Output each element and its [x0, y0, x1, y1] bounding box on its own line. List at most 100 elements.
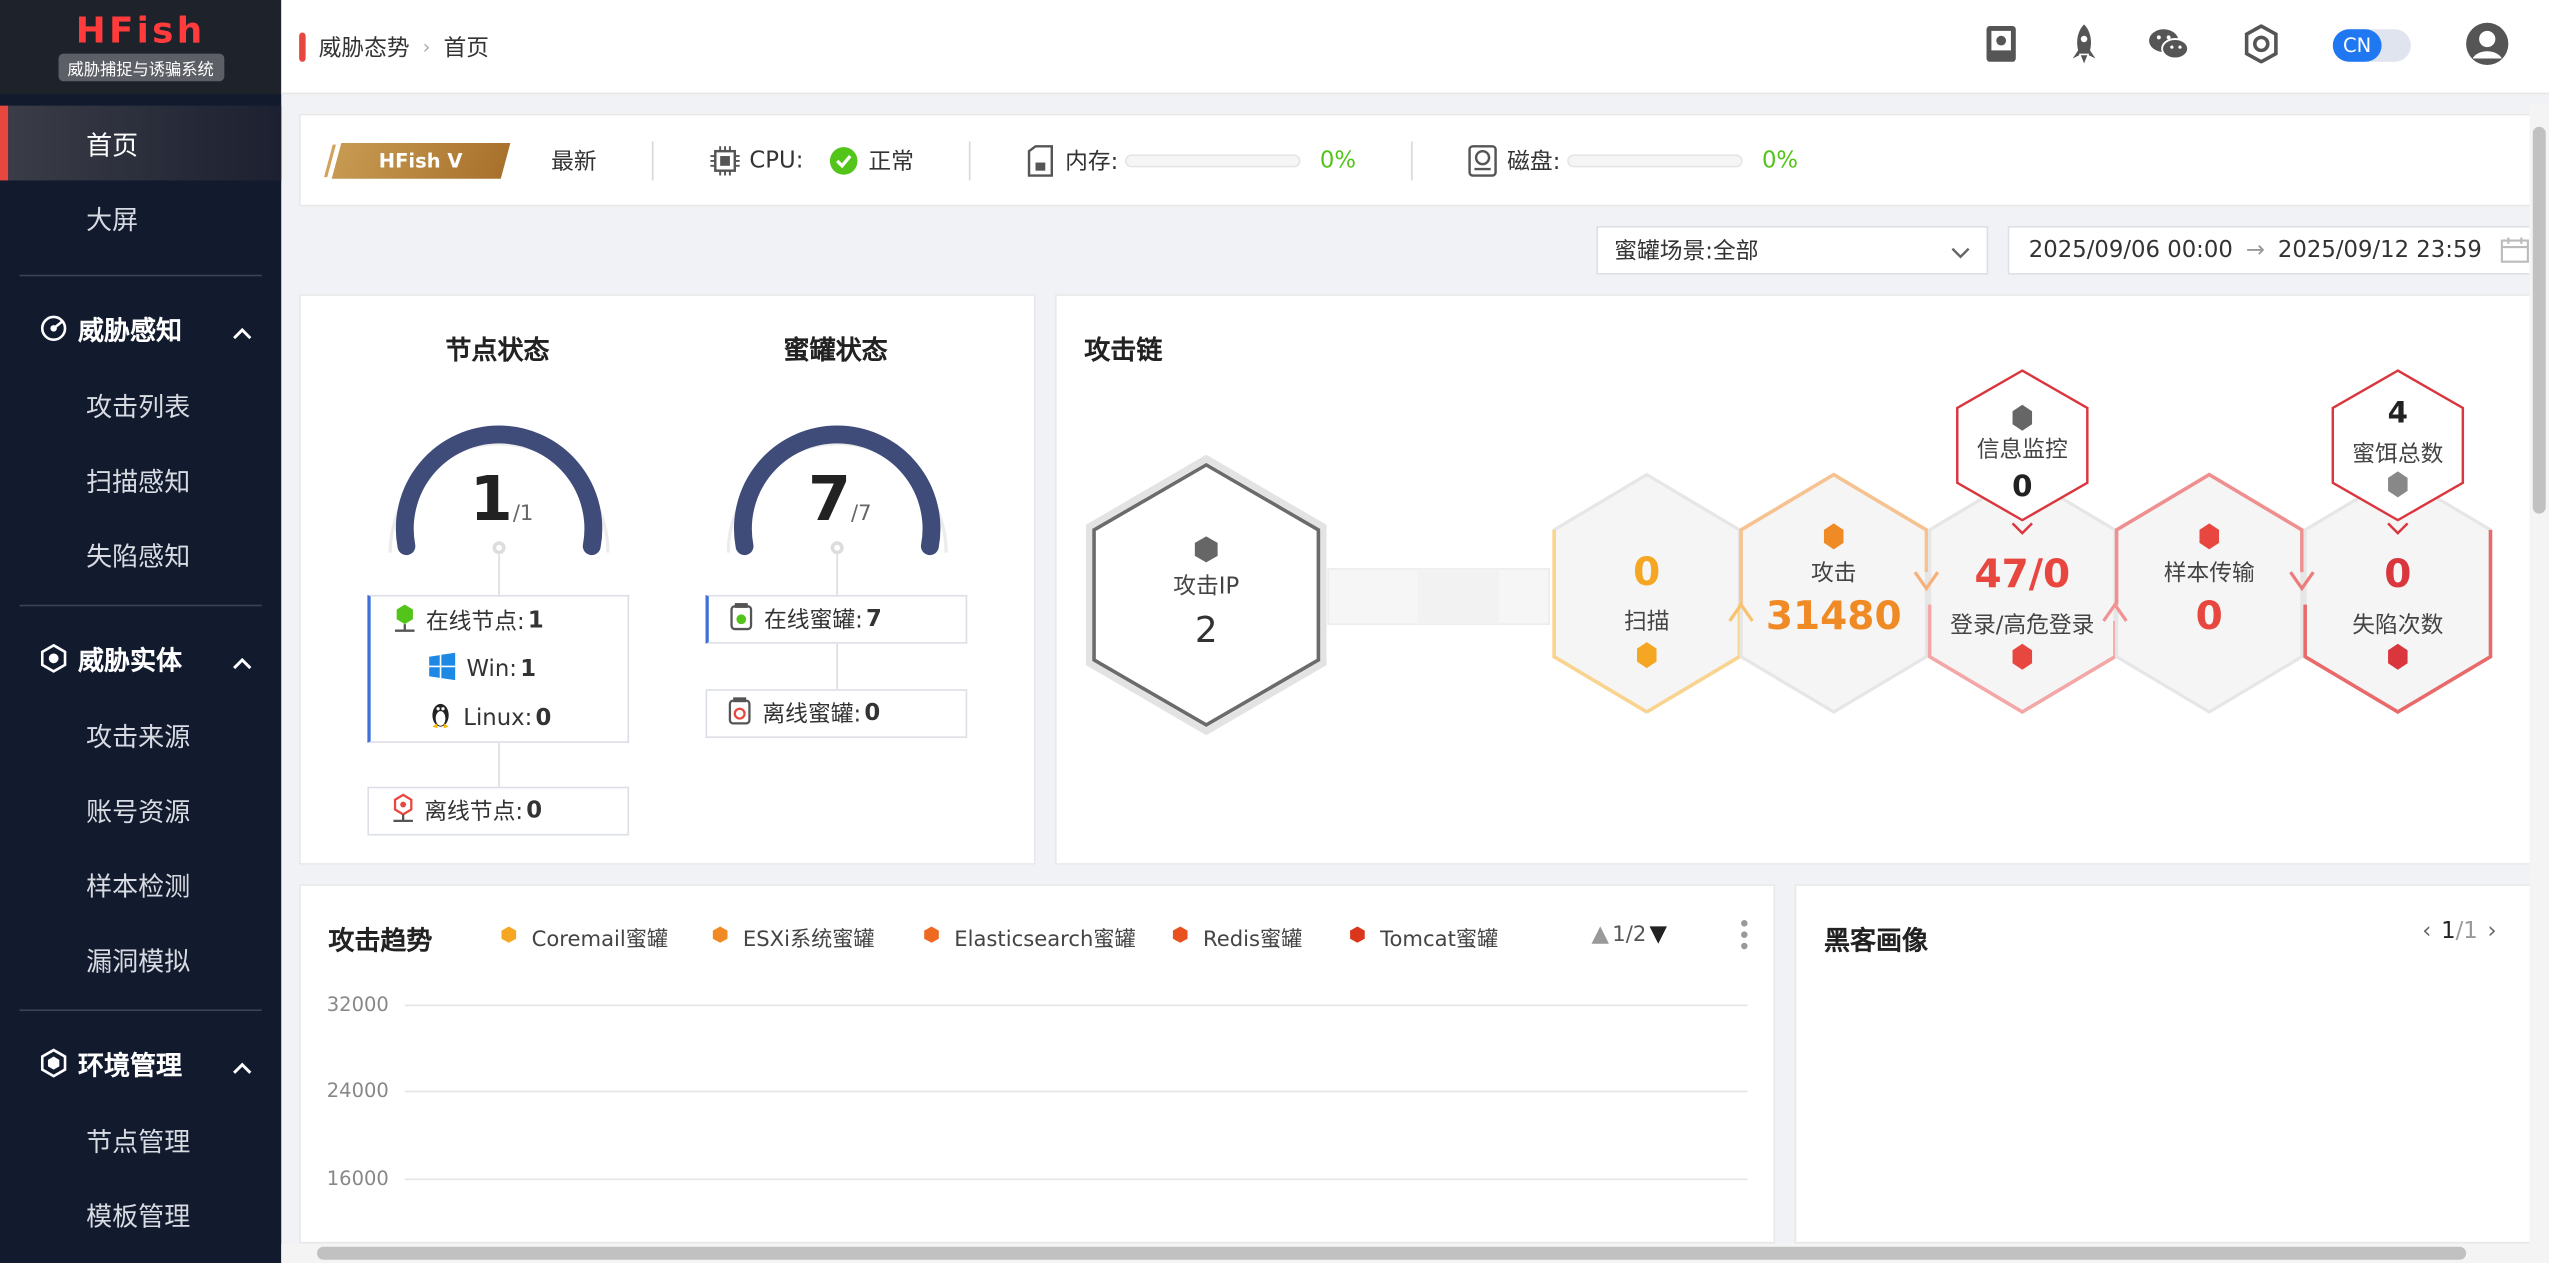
- y-tick: 24000: [326, 1079, 389, 1103]
- gridline: [404, 1090, 1748, 1093]
- docs-button[interactable]: [1977, 23, 2026, 72]
- sidebar-item-home[interactable]: 首页: [0, 105, 282, 181]
- settings-hex-icon: [39, 1048, 68, 1078]
- linux-label: Linux:: [463, 705, 533, 732]
- bait-total-label: 蜜饵总数: [2352, 442, 2444, 469]
- honeypot-offline-icon: [727, 696, 753, 732]
- honeypot-total-count: /7: [850, 502, 872, 527]
- breadcrumb-current: 首页: [443, 34, 490, 61]
- attack-chain-panel: 攻击链 攻击IP 2 0 扫描 攻击 31480 47/0 登录/高危登录 信息…: [1055, 294, 2536, 865]
- bait-total-value[interactable]: 4: [2341, 397, 2455, 431]
- login-value[interactable]: 47/0: [1941, 551, 2104, 597]
- legend-label: ESXi系统蜜罐: [742, 928, 875, 953]
- honeypot-gauge-value: 7/7: [808, 463, 872, 535]
- divider: [651, 140, 654, 180]
- calendar-icon: [2500, 237, 2529, 270]
- sidebar-item-account-resource[interactable]: 账号资源: [0, 772, 281, 847]
- linux-value: 0: [535, 705, 552, 732]
- sidebar-item-scan-perception[interactable]: 扫描感知: [0, 442, 281, 517]
- online-honeypots-value: 7: [866, 606, 882, 633]
- compromise-value[interactable]: 0: [2349, 551, 2447, 597]
- sidebar-item-compromise-perception[interactable]: 失陷感知: [0, 517, 281, 592]
- online-nodes-label: 在线节点:: [425, 609, 525, 636]
- pager-text: 1/2: [1612, 922, 1647, 947]
- topbar: 威胁态势 › 首页 CN: [281, 0, 2549, 95]
- gridline: [404, 1178, 1748, 1181]
- hexagon-settings-icon: [2243, 23, 2279, 70]
- sidebar-item-attack-source[interactable]: 攻击来源: [0, 697, 281, 772]
- attack-ip-value[interactable]: 2: [1157, 611, 1255, 652]
- radar-icon: [39, 314, 68, 343]
- sidebar-item-vuln-simulation[interactable]: 漏洞模拟: [0, 922, 281, 997]
- sidebar-divider: [19, 274, 262, 277]
- legend-pager: ▲ 1/2 ▼: [1592, 922, 1668, 948]
- online-nodes-value: 1: [527, 607, 544, 634]
- date-start[interactable]: 2025/09/06 00:00: [2029, 237, 2233, 263]
- chevron-up-icon: [232, 1050, 252, 1081]
- legend-item[interactable]: Redis蜜罐: [1170, 922, 1302, 953]
- date-range-picker[interactable]: 2025/09/06 00:00 → 2025/09/12 23:59: [2007, 225, 2545, 275]
- horizontal-scrollbar-thumb[interactable]: [316, 1246, 2467, 1260]
- sidebar-group-threat-perception[interactable]: 威胁感知: [0, 289, 281, 367]
- gear-hex-icon: [39, 643, 68, 673]
- scan-value[interactable]: 0: [1598, 549, 1696, 595]
- sidebar-group-threat-entity[interactable]: 威胁实体: [0, 619, 281, 697]
- win-nodes-row: Win: 1: [371, 645, 628, 694]
- offline-honeypots-value: 0: [864, 700, 881, 727]
- vertical-scrollbar[interactable]: [2529, 104, 2549, 1244]
- pager-prev-icon[interactable]: ▲: [1592, 922, 1610, 948]
- settings-button[interactable]: [2237, 23, 2286, 72]
- win-label: Win:: [466, 656, 517, 683]
- legend-item[interactable]: Coremail蜜罐: [499, 922, 668, 953]
- breadcrumb-parent[interactable]: 威胁态势: [319, 30, 410, 63]
- honeypot-status-title: 蜜罐状态: [783, 334, 888, 366]
- user-avatar[interactable]: [2463, 21, 2512, 73]
- status-panel: 节点状态 蜜罐状态 1/1 7/7 在线节点: 1 Win: 1 Linux: …: [299, 294, 1036, 865]
- chevron-left-icon[interactable]: ‹: [2422, 918, 2431, 944]
- sidebar-divider: [19, 1009, 262, 1012]
- legend-item[interactable]: Elasticsearch蜜罐: [922, 922, 1136, 953]
- hexagon-legend-icon: [710, 924, 730, 950]
- user-icon: [2464, 21, 2510, 73]
- wechat-button[interactable]: [2144, 23, 2193, 72]
- more-menu-icon[interactable]: [1739, 918, 1749, 957]
- info-monitor-value[interactable]: 0: [1965, 470, 2079, 504]
- scan-label: 扫描: [1624, 609, 1670, 636]
- win-value: 1: [520, 656, 537, 683]
- sidebar-item-attack-list[interactable]: 攻击列表: [0, 367, 281, 442]
- offline-nodes-box: 离线节点: 0: [367, 786, 630, 836]
- scene-select[interactable]: 蜜罐场景: 全部: [1596, 225, 1989, 275]
- check-circle-icon: [829, 145, 858, 174]
- offline-honeypots-box: 离线蜜罐: 0: [705, 689, 968, 738]
- sample-transfer-value[interactable]: 0: [2152, 593, 2266, 639]
- legend-item[interactable]: ESXi系统蜜罐: [710, 922, 875, 953]
- login-label: 登录/高危登录: [1950, 612, 2095, 639]
- vertical-scrollbar-thumb[interactable]: [2532, 126, 2546, 514]
- sidebar-group-env-management[interactable]: 环境管理: [0, 1024, 281, 1102]
- main-content: HFish V 最新 CPU: 正常 内存: 0% 磁盘: 0% 蜜罐场景: 全…: [281, 94, 2549, 1244]
- offline-nodes-label: 离线节点:: [424, 799, 523, 826]
- chevron-right-icon[interactable]: ›: [2487, 918, 2496, 944]
- divider: [969, 140, 971, 180]
- pager-next-icon[interactable]: ▼: [1650, 922, 1668, 948]
- sidebar-item-node-management[interactable]: 节点管理: [0, 1102, 281, 1177]
- attack-value[interactable]: 31480: [1752, 593, 1915, 639]
- horizontal-scrollbar[interactable]: [281, 1243, 2549, 1263]
- memory-value: 0%: [1319, 147, 1356, 174]
- legend-label: Coremail蜜罐: [531, 928, 669, 953]
- rocket-icon: [2068, 23, 2101, 72]
- legend-item[interactable]: Tomcat蜜罐: [1348, 922, 1498, 953]
- launch-button[interactable]: [2060, 23, 2109, 72]
- online-nodes-row: 在线节点: 1: [371, 597, 628, 646]
- date-end[interactable]: 2025/09/12 23:59: [2278, 237, 2482, 263]
- version-state: 最新: [551, 148, 597, 175]
- language-toggle[interactable]: CN: [2332, 29, 2411, 62]
- sample-transfer-label: 样本传输: [2163, 560, 2255, 587]
- info-monitor-label: 信息监控: [1976, 437, 2068, 464]
- sidebar-item-template-management[interactable]: 模板管理: [0, 1177, 281, 1252]
- sidebar-group-label: 威胁实体: [78, 645, 183, 677]
- sidebar-item-sample-detection[interactable]: 样本检测: [0, 847, 281, 922]
- hexagon-legend-icon: [1170, 924, 1190, 950]
- sidebar-item-bigscreen[interactable]: 大屏: [0, 180, 281, 255]
- cpu-state: 正常: [868, 148, 914, 175]
